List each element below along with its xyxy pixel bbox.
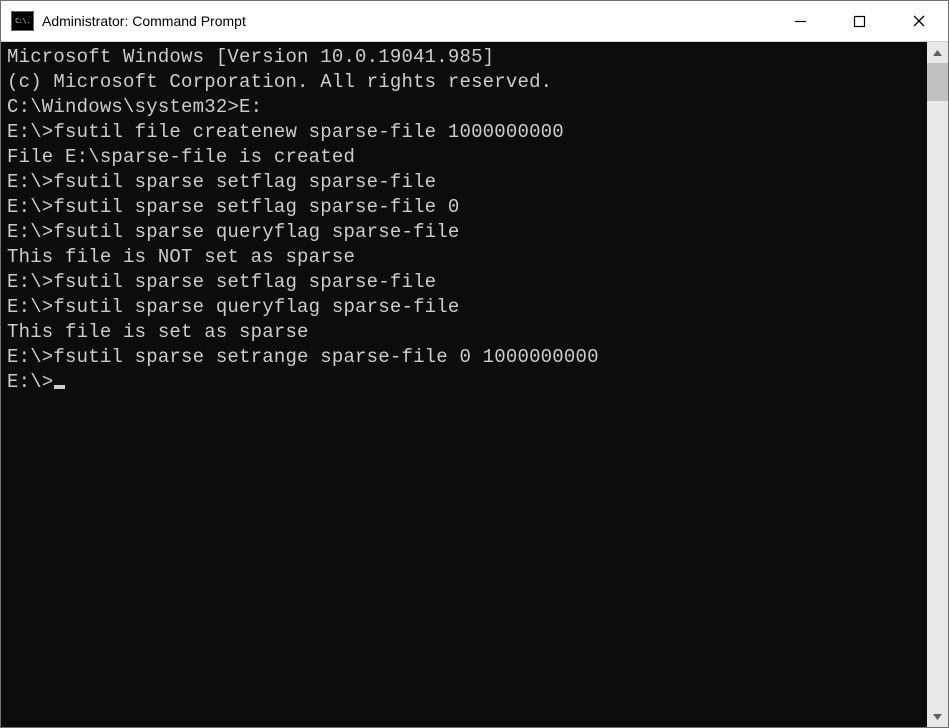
terminal-line: E:\>fsutil sparse setflag sparse-file bbox=[7, 170, 921, 195]
close-icon bbox=[912, 14, 926, 28]
cmd-icon: C:\. bbox=[11, 11, 34, 31]
close-button[interactable] bbox=[889, 1, 948, 41]
terminal-line: This file is set as sparse bbox=[7, 320, 921, 345]
window-title: Administrator: Command Prompt bbox=[42, 13, 771, 29]
terminal-line: E:\>fsutil sparse setflag sparse-file bbox=[7, 270, 921, 295]
chevron-down-icon bbox=[933, 714, 942, 720]
scroll-down-button[interactable] bbox=[927, 706, 948, 727]
terminal-line: E:\> bbox=[7, 370, 921, 395]
terminal-line: E:\>fsutil file createnew sparse-file 10… bbox=[7, 120, 921, 145]
terminal-line: E:\>fsutil sparse queryflag sparse-file bbox=[7, 295, 921, 320]
terminal-line: E:\>fsutil sparse queryflag sparse-file bbox=[7, 220, 921, 245]
vertical-scrollbar[interactable] bbox=[927, 42, 948, 727]
terminal-line: (c) Microsoft Corporation. All rights re… bbox=[7, 70, 921, 95]
titlebar[interactable]: C:\. Administrator: Command Prompt bbox=[1, 1, 948, 42]
terminal-line: This file is NOT set as sparse bbox=[7, 245, 921, 270]
minimize-icon bbox=[794, 15, 807, 28]
cmd-icon-text: C:\. bbox=[15, 17, 30, 25]
window-frame: C:\. Administrator: Command Prompt bbox=[0, 0, 949, 728]
terminal-line: E:\>fsutil sparse setrange sparse-file 0… bbox=[7, 345, 921, 370]
minimize-button[interactable] bbox=[771, 1, 830, 41]
terminal-line: Microsoft Windows [Version 10.0.19041.98… bbox=[7, 45, 921, 70]
client-area: Microsoft Windows [Version 10.0.19041.98… bbox=[1, 42, 948, 727]
terminal-line: E:\>fsutil sparse setflag sparse-file 0 bbox=[7, 195, 921, 220]
scroll-up-button[interactable] bbox=[927, 42, 948, 63]
scrollbar-thumb[interactable] bbox=[927, 63, 948, 101]
window-controls bbox=[771, 1, 948, 41]
terminal-output[interactable]: Microsoft Windows [Version 10.0.19041.98… bbox=[1, 42, 927, 727]
maximize-button[interactable] bbox=[830, 1, 889, 41]
terminal-line: File E:\sparse-file is created bbox=[7, 145, 921, 170]
terminal-cursor bbox=[54, 385, 65, 389]
chevron-up-icon bbox=[933, 50, 942, 56]
maximize-icon bbox=[853, 15, 866, 28]
terminal-line: C:\Windows\system32>E: bbox=[7, 95, 921, 120]
scrollbar-track[interactable] bbox=[927, 63, 948, 706]
